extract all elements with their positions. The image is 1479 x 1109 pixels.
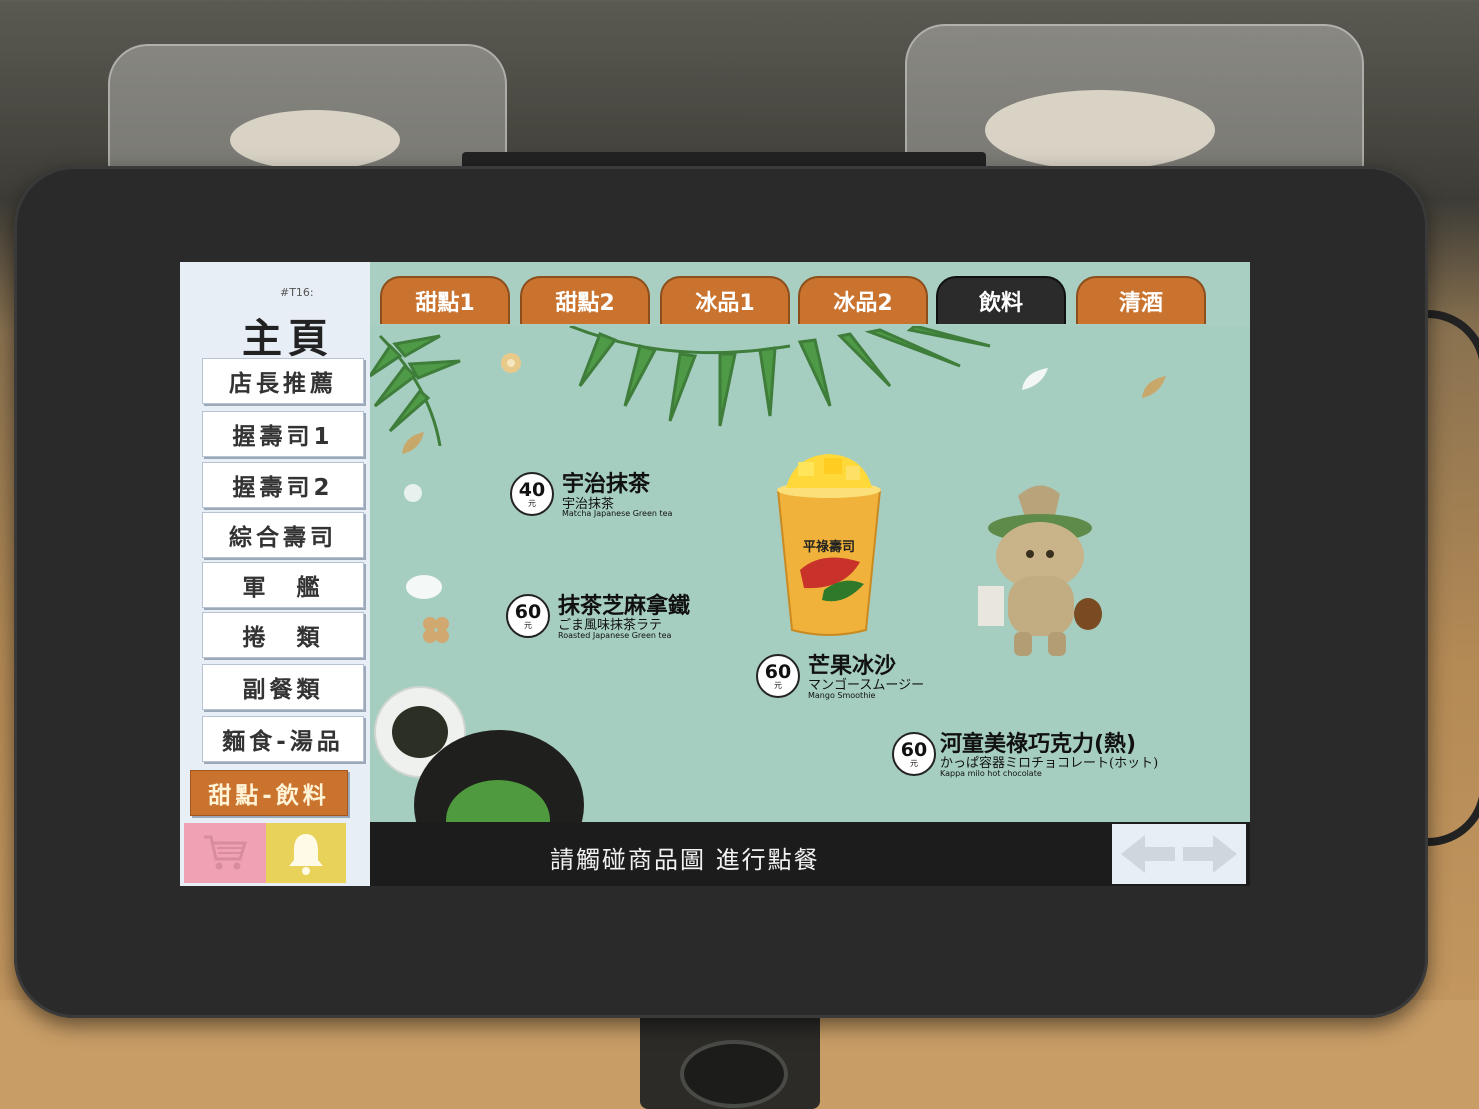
sidebar-item-recommended[interactable]: 店長推薦 [202,358,364,404]
price-value: 60 [764,660,792,683]
bottom-bar: 請觸碰商品圖 進行點餐 [370,822,1250,886]
sidebar-item-combo-sushi[interactable]: 綜合壽司 [202,512,364,558]
price-value: 40 [518,478,546,501]
clover-decoration [423,617,449,643]
sidebar-item-rolls[interactable]: 捲 類 [202,612,364,658]
menu-item-uji-matcha[interactable]: 40 元 宇治抹茶 宇治抹茶 Matcha Japanese Green tea [500,466,720,526]
price-value: 60 [900,738,928,761]
sidebar: #T16: 主頁 店長推薦 握壽司1 握壽司2 綜合壽司 軍 艦 捲 類 副餐類… [180,262,370,886]
table-number: #T16: [280,286,314,299]
call-staff-button[interactable] [266,823,346,883]
item-name-en: Matcha Japanese Green tea [562,509,673,518]
tablet-stand-knob [680,1040,788,1108]
leaf-decoration [1142,376,1166,398]
sidebar-item-nigiri-2[interactable]: 握壽司2 [202,462,364,508]
menu-area: 40 元 宇治抹茶 宇治抹茶 Matcha Japanese Green tea… [370,326,1250,822]
tab-drinks[interactable]: 飲料 [936,276,1066,324]
page-nav-button[interactable] [1112,824,1246,884]
fern-leaf-decoration [370,326,991,446]
shopping-cart-icon [204,835,248,870]
menu-item-matcha-sesame-latte[interactable]: 60 元 抹茶芝麻拿鐵 ごま風味抹茶ラテ Roasted Japanese Gr… [496,588,736,648]
price-unit: 元 [528,498,536,508]
price-badge: 60 元 [506,594,550,638]
price-value: 60 [514,600,542,623]
tab-dessert-2[interactable]: 甜點2 [520,276,650,324]
cart-button[interactable] [184,823,266,883]
home-button[interactable]: 主頁 [242,306,334,364]
flower-decoration [406,575,442,599]
kappa-mug-image[interactable] [970,476,1110,666]
price-badge: 40 元 [510,472,554,516]
sidebar-item-dessert-drinks[interactable]: 甜點-飲料 [190,770,348,816]
flower-decoration [501,353,521,373]
price-badge: 60 元 [892,732,936,776]
item-name-en: Mango Smoothie [808,691,876,700]
leaf-decoration [1022,368,1048,390]
tab-sake[interactable]: 清酒 [1076,276,1206,324]
price-unit: 元 [910,758,918,768]
sidebar-item-nigiri-1[interactable]: 握壽司1 [202,411,364,457]
left-right-arrows-icon [1121,835,1237,873]
order-instruction: 請觸碰商品圖 進行點餐 [550,846,820,874]
bell-icon [289,834,323,875]
price-unit: 元 [774,680,782,690]
tab-ice-1[interactable]: 冰品1 [660,276,790,324]
tab-ice-2[interactable]: 冰品2 [798,276,928,324]
sidebar-item-noodles-soup[interactable]: 麵食-湯品 [202,716,364,762]
sidebar-item-gunkan[interactable]: 軍 艦 [202,562,364,608]
category-tabs: 甜點1 甜點2 冰品1 冰品2 飲料 清酒 [370,262,1250,326]
cup-brand-label: 平祿壽司 [802,540,855,555]
price-unit: 元 [524,620,532,630]
tab-dessert-1[interactable]: 甜點1 [380,276,510,324]
menu-content: 甜點1 甜點2 冰品1 冰品2 飲料 清酒 40 元 宇治抹茶 宇治抹茶 Mat… [370,262,1250,822]
background-sushi-left [230,110,400,170]
background-sushi-right [985,90,1215,170]
kappa-figure-icon [978,485,1102,656]
item-name-en: Kappa milo hot chocolate [940,769,1042,778]
menu-item-mango-smoothie[interactable]: 60 元 芒果冰沙 マンゴースムージー Mango Smoothie [746,648,976,708]
menu-item-kappa-milo[interactable]: 60 元 河童美祿巧克力(熱) かっぱ容器ミロチョコレート(ホット) Kappa… [882,726,1212,786]
flower-decoration [404,484,422,502]
ordering-screen: #T16: 主頁 店長推薦 握壽司1 握壽司2 綜合壽司 軍 艦 捲 類 副餐類… [180,262,1250,886]
item-name-en: Roasted Japanese Green tea [558,631,672,640]
leaf-decoration [402,432,424,454]
price-badge: 60 元 [756,654,800,698]
sidebar-item-side-dishes[interactable]: 副餐類 [202,664,364,710]
mango-smoothie-image[interactable]: 平祿壽司 [764,450,894,640]
